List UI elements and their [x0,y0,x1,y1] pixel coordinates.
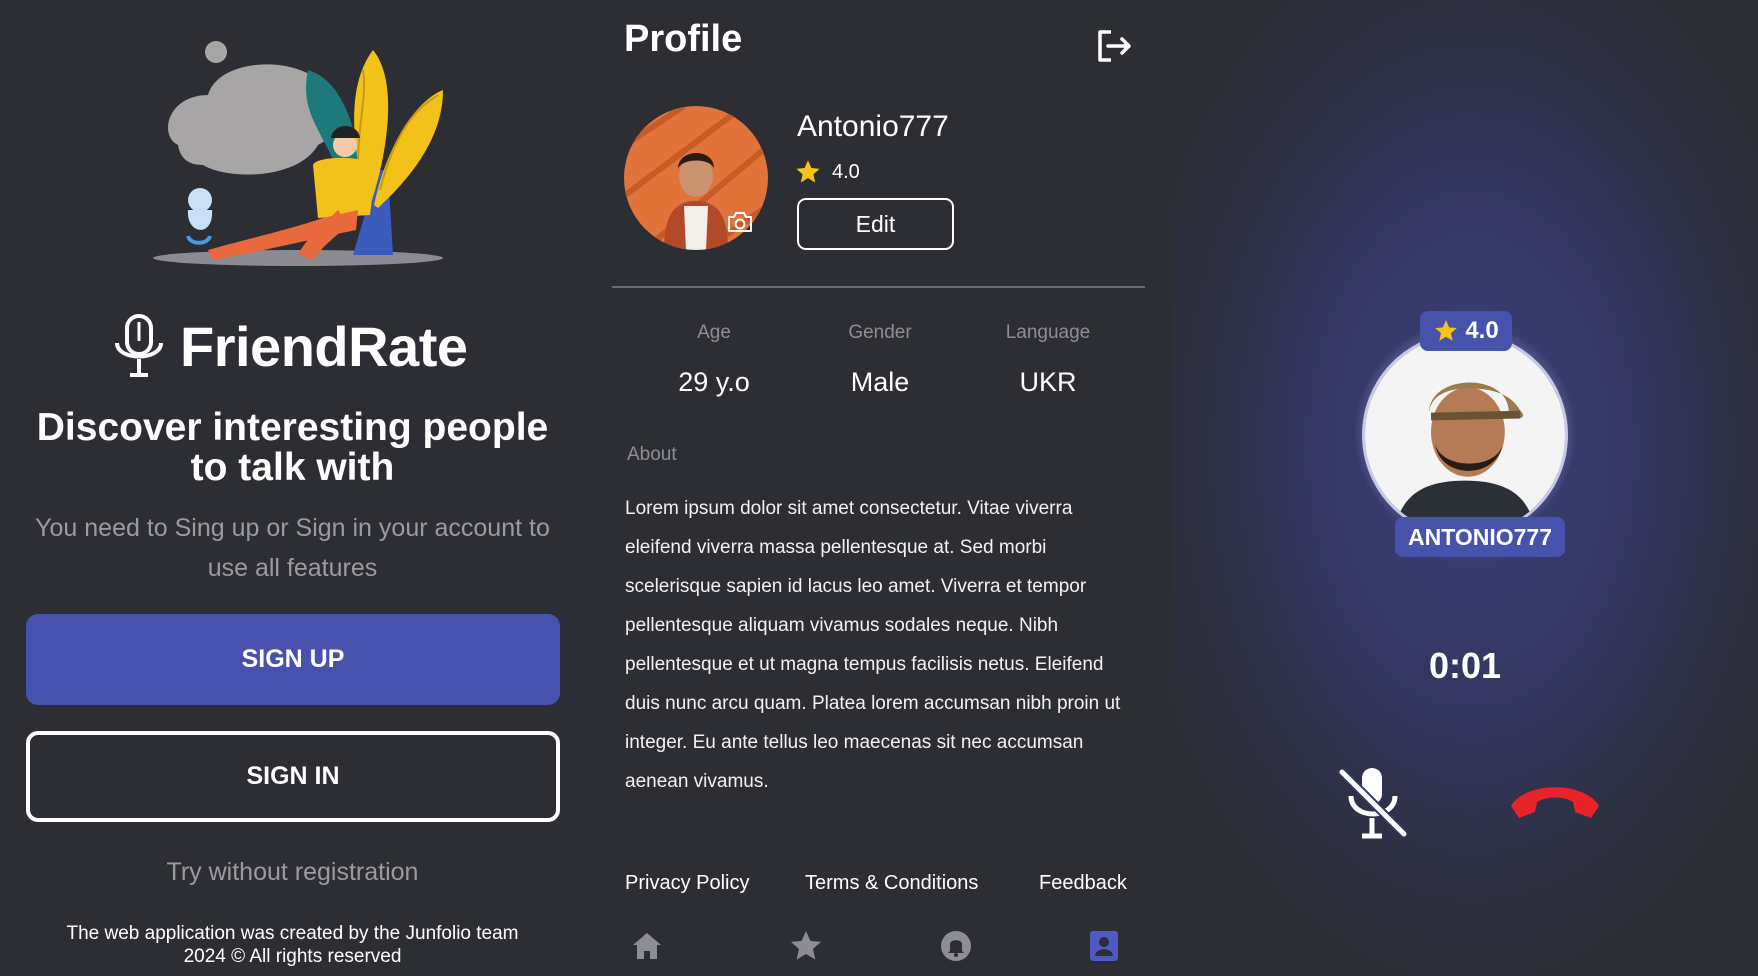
caller-avatar [1362,332,1568,538]
mute-microphone-icon[interactable] [1334,762,1412,844]
microphone-logo-icon [115,314,163,377]
terms-link[interactable]: Terms & Conditions [805,872,978,895]
bell-icon[interactable] [938,928,974,964]
try-without-registration-link[interactable]: Try without registration [20,858,565,887]
credits-line-1: The web application was created by the J… [66,923,519,944]
username: Antonio777 [797,110,949,143]
headline: Discover interesting people to talk with [36,406,549,489]
credits-line-2: 2024 © All rights reserved [183,946,402,967]
privacy-policy-link[interactable]: Privacy Policy [625,872,749,895]
welcome-panel: FriendRate Discover interesting people t… [0,0,600,976]
profile-rating: 4.0 [794,158,860,186]
person-relaxing-illustration [153,41,443,266]
rating-value: 4.0 [832,160,860,183]
stat-age: Age 29 y.o [634,322,794,398]
caller-rating-badge: 4.0 [1420,311,1512,351]
stat-label: Language [1005,322,1091,343]
caller-name-badge: ANTONIO777 [1395,517,1565,557]
logout-icon[interactable] [1094,26,1134,66]
brand-logo: FriendRate [112,306,492,386]
call-timer: 0:01 [1428,645,1502,686]
divider [612,286,1145,288]
about-text: Lorem ipsum dolor sit amet consectetur. … [625,498,1121,792]
edit-profile-button[interactable]: Edit [797,198,954,250]
subtitle: You need to Sing up or Sign in your acco… [35,514,550,582]
feedback-link[interactable]: Feedback [1039,872,1127,895]
brand-name: FriendRate [180,314,468,378]
stat-label: Gender [848,322,912,343]
credits: The web application was created by the J… [20,922,565,968]
call-panel: 4.0 ANTONIO777 0:01 [1172,0,1758,976]
star-icon[interactable] [788,928,824,964]
profile-panel: Profile Antonio777 4.0 Edit Age 29 y.o G… [600,0,1172,976]
stat-value: Male [850,367,910,397]
stat-gender: Gender Male [800,322,960,398]
caller-rating-value: 4.0 [1465,317,1499,344]
stat-label: Age [697,322,731,343]
sign-up-button[interactable]: SIGN UP [26,614,560,705]
star-icon [796,160,820,183]
camera-icon[interactable] [726,210,754,234]
star-icon [1435,320,1458,341]
hang-up-icon[interactable] [1505,776,1605,826]
stat-language: Language UKR [968,322,1128,398]
stat-value: 29 y.o [678,367,750,397]
sign-in-button[interactable]: SIGN IN [26,731,560,822]
page-title: Profile [624,18,743,60]
bottom-nav [600,928,1172,976]
about-label: About [627,444,677,465]
stat-value: UKR [1019,367,1077,397]
profile-icon[interactable] [1086,928,1122,964]
home-icon[interactable] [629,928,665,964]
